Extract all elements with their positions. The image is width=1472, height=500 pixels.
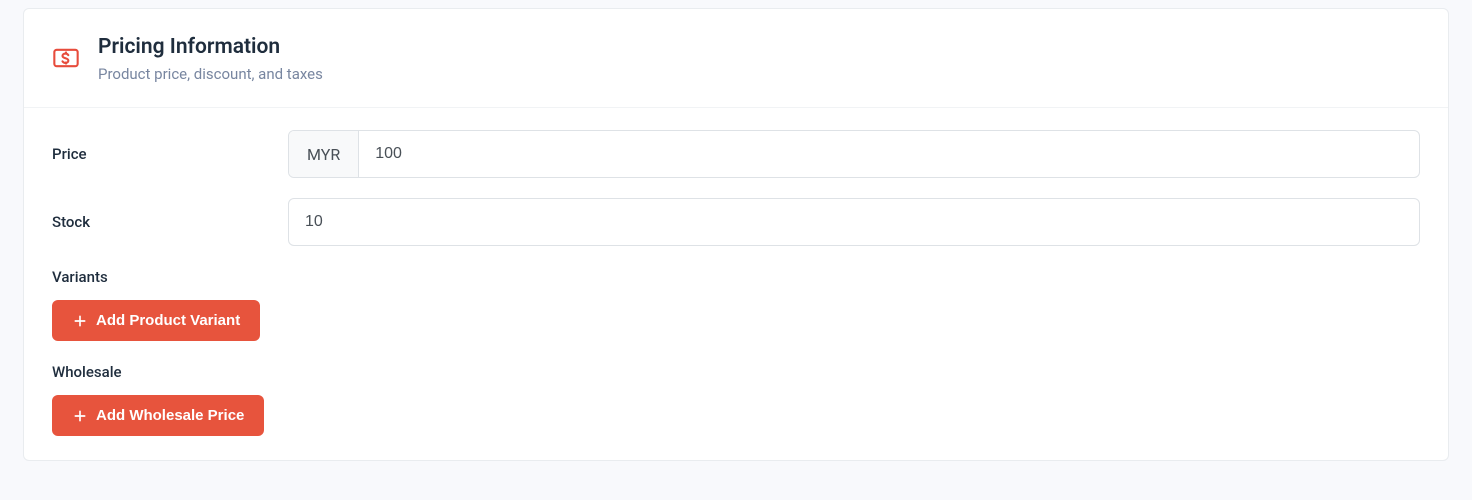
price-input[interactable] <box>359 131 1419 177</box>
price-label: Price <box>52 145 288 163</box>
add-wholesale-button[interactable]: Add Wholesale Price <box>52 395 264 436</box>
currency-prefix: MYR <box>289 131 359 177</box>
pricing-icon <box>52 44 80 72</box>
stock-label: Stock <box>52 213 288 231</box>
plus-icon <box>72 408 88 424</box>
card-header: Pricing Information Product price, disco… <box>24 9 1448 108</box>
section-title: Pricing Information <box>98 33 323 61</box>
pricing-card: Pricing Information Product price, disco… <box>23 8 1449 461</box>
wholesale-label: Wholesale <box>52 363 1420 381</box>
stock-row: Stock <box>52 198 1420 246</box>
variants-label: Variants <box>52 268 1420 286</box>
price-row: Price MYR <box>52 130 1420 178</box>
add-wholesale-label: Add Wholesale Price <box>96 407 244 424</box>
plus-icon <box>72 313 88 329</box>
price-input-group: MYR <box>288 130 1420 178</box>
add-variant-label: Add Product Variant <box>96 312 240 329</box>
header-text: Pricing Information Product price, disco… <box>98 33 323 83</box>
stock-input[interactable] <box>288 198 1420 246</box>
add-variant-button[interactable]: Add Product Variant <box>52 300 260 341</box>
card-body: Price MYR Stock Variants Add Product Var… <box>24 108 1448 460</box>
section-subtitle: Product price, discount, and taxes <box>98 65 323 83</box>
